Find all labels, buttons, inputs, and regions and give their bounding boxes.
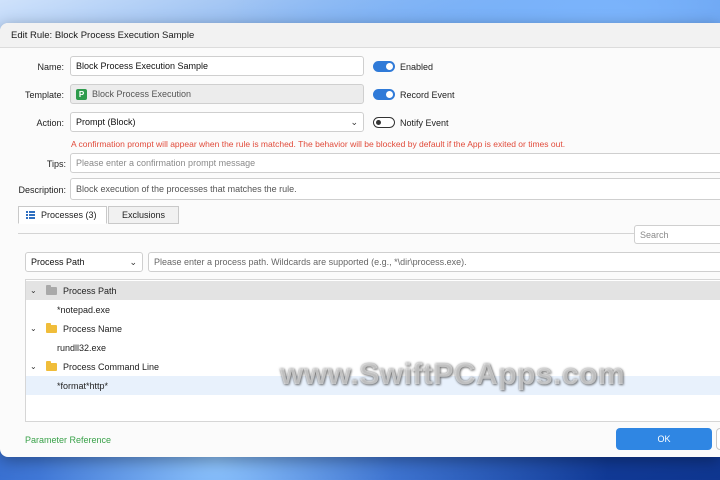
name-input-value: Block Process Execution Sample <box>76 61 209 71</box>
record-event-toggle[interactable] <box>373 89 395 100</box>
tree-group-label: Process Name <box>63 323 123 334</box>
tab-processes[interactable]: Processes (3) <box>18 206 107 224</box>
tree-group-process-path[interactable]: ⌄ Process Path <box>26 281 720 300</box>
description-input-value: Block execution of the processes that ma… <box>76 184 297 194</box>
tab-exclusions-label: Exclusions <box>121 210 166 220</box>
tree-item[interactable]: rundll32.exe <box>26 338 720 357</box>
template-field: P Block Process Execution <box>70 84 364 104</box>
template-p-icon: P <box>76 88 87 100</box>
search-input-placeholder: Search <box>640 229 669 240</box>
action-select-value: Prompt (Block) <box>76 117 136 127</box>
template-value: Block Process Execution <box>92 89 192 99</box>
watermark: www.SwiftPCApps.com <box>280 358 626 391</box>
list-icon <box>26 211 35 219</box>
tips-label: Tips: <box>46 159 66 169</box>
notify-event-toggle[interactable] <box>373 117 395 128</box>
enabled-toggle[interactable] <box>373 61 395 72</box>
tree-group-process-name[interactable]: ⌄ Process Name <box>26 319 720 338</box>
chevron-down-icon[interactable]: ⌄ <box>30 324 42 333</box>
ok-button[interactable]: OK <box>616 428 712 450</box>
dialog-title: Edit Rule: Block Process Execution Sampl… <box>11 29 195 41</box>
chevron-down-icon: ⌄ <box>129 257 137 267</box>
description-input[interactable]: Block execution of the processes that ma… <box>70 178 720 200</box>
name-label: Name: <box>37 62 64 72</box>
chevron-down-icon[interactable]: ⌄ <box>30 286 42 295</box>
process-path-input-placeholder: Please enter a process path. Wildcards a… <box>154 257 467 267</box>
chevron-down-icon: ⌄ <box>350 117 358 127</box>
tab-processes-label: Processes (3) <box>41 210 97 220</box>
dialog-titlebar: Edit Rule: Block Process Execution Sampl… <box>0 23 720 48</box>
name-input[interactable]: Block Process Execution Sample <box>70 56 364 76</box>
action-label: Action: <box>36 118 64 128</box>
ok-button-label: OK <box>657 434 671 444</box>
process-type-select[interactable]: Process Path ⌄ <box>25 252 143 272</box>
folder-icon <box>46 322 57 333</box>
notify-event-toggle-label: Notify Event <box>400 118 449 128</box>
tree-group-label: Process Command Line <box>63 361 160 372</box>
parameter-reference-link[interactable]: Parameter Reference <box>25 435 111 445</box>
process-tree: ⌄ Process Path *notepad.exe ⌄ Process Na… <box>25 279 720 422</box>
tips-input-placeholder: Please enter a confirmation prompt messa… <box>76 158 256 168</box>
chevron-down-icon[interactable]: ⌄ <box>30 362 42 371</box>
folder-icon <box>46 360 57 371</box>
tree-item[interactable]: *notepad.exe <box>26 300 720 319</box>
action-warning-text: A confirmation prompt will appear when t… <box>71 139 566 149</box>
tree-item-label: *notepad.exe <box>57 304 111 315</box>
tab-exclusions[interactable]: Exclusions <box>108 206 179 224</box>
description-label: Description: <box>18 185 66 195</box>
record-event-toggle-label: Record Event <box>400 90 455 100</box>
tips-input[interactable]: Please enter a confirmation prompt messa… <box>70 153 720 173</box>
search-input[interactable]: Search <box>634 225 720 244</box>
cancel-button[interactable] <box>716 428 720 450</box>
process-path-input[interactable]: Please enter a process path. Wildcards a… <box>148 252 720 272</box>
folder-icon <box>46 284 57 295</box>
process-type-select-value: Process Path <box>31 257 85 267</box>
template-label: Template: <box>24 90 64 100</box>
tree-item-label: rundll32.exe <box>57 342 107 353</box>
tree-group-label: Process Path <box>63 285 117 296</box>
action-select[interactable]: Prompt (Block) ⌄ <box>70 112 364 132</box>
tab-strip-divider <box>18 233 718 234</box>
enabled-toggle-label: Enabled <box>400 62 434 72</box>
tree-item-label: *format*http* <box>57 380 109 391</box>
